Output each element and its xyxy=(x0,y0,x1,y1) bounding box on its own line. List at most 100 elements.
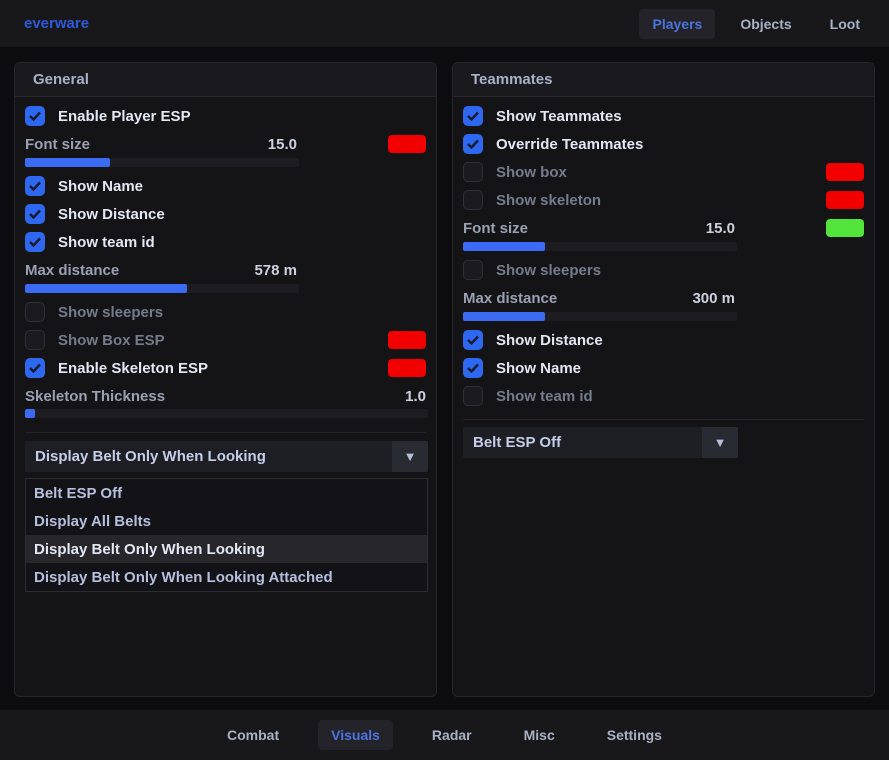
box-color-swatch[interactable] xyxy=(826,163,864,181)
tab-players[interactable]: Players xyxy=(639,9,715,39)
dropdown-option[interactable]: Display Belt Only When Looking Attached xyxy=(26,563,427,591)
slider-label: Max distance xyxy=(463,290,557,307)
row-show-box[interactable]: Show box xyxy=(463,158,864,186)
tab-combat[interactable]: Combat xyxy=(214,720,292,750)
row-max-distance: Max distance 300 m xyxy=(463,284,864,312)
slider-fill xyxy=(25,158,110,167)
dropdown-option[interactable]: Belt ESP Off xyxy=(26,479,427,507)
panel-general: General Enable Player ESP Font size 15.0 xyxy=(14,62,437,697)
checkbox-show-team-id[interactable] xyxy=(463,386,483,406)
font-size-slider[interactable] xyxy=(463,242,737,251)
checkbox-show-skeleton[interactable] xyxy=(463,190,483,210)
check-icon xyxy=(467,111,479,121)
belt-esp-dropdown[interactable]: Belt ESP Off ▼ xyxy=(463,427,738,458)
checkbox-label: Show Teammates xyxy=(496,108,622,125)
chevron-down-icon[interactable]: ▼ xyxy=(702,427,738,458)
divider xyxy=(463,419,864,420)
checkbox-show-box[interactable] xyxy=(463,162,483,182)
checkbox-show-distance[interactable] xyxy=(25,204,45,224)
box-color-swatch[interactable] xyxy=(388,331,426,349)
checkbox-show-team-id[interactable] xyxy=(25,232,45,252)
row-font-size: Font size 15.0 xyxy=(463,214,864,242)
check-icon xyxy=(467,363,479,373)
slider-label: Font size xyxy=(25,136,90,153)
skeleton-thickness-slider[interactable] xyxy=(25,409,428,418)
checkbox-show-teammates[interactable] xyxy=(463,106,483,126)
row-show-sleepers[interactable]: Show sleepers xyxy=(25,298,426,326)
row-show-box-esp[interactable]: Show Box ESP xyxy=(25,326,426,354)
row-show-name[interactable]: Show Name xyxy=(463,354,864,382)
checkbox-show-name[interactable] xyxy=(25,176,45,196)
checkbox-show-distance[interactable] xyxy=(463,330,483,350)
row-show-team-id[interactable]: Show team id xyxy=(25,228,426,256)
row-show-sleepers[interactable]: Show sleepers xyxy=(463,256,864,284)
dropdown-option[interactable]: Display All Belts xyxy=(26,507,427,535)
checkbox-label: Show Distance xyxy=(58,206,165,223)
divider xyxy=(25,432,426,433)
row-show-team-id[interactable]: Show team id xyxy=(463,382,864,410)
slider-value: 1.0 xyxy=(405,388,426,405)
check-icon xyxy=(29,181,41,191)
slider-label: Skeleton Thickness xyxy=(25,388,165,405)
checkbox-label: Enable Skeleton ESP xyxy=(58,360,208,377)
checkbox-label: Show skeleton xyxy=(496,192,601,209)
checkbox-label: Show box xyxy=(496,164,567,181)
cheat-menu-window: everware Players Objects Loot General En… xyxy=(0,0,889,760)
slider-value: 300 m xyxy=(692,290,735,307)
checkbox-label: Override Teammates xyxy=(496,136,643,153)
max-distance-slider[interactable] xyxy=(463,312,737,321)
checkbox-label: Show team id xyxy=(496,388,593,405)
skeleton-color-swatch[interactable] xyxy=(826,191,864,209)
belt-esp-dropdown-list: Belt ESP Off Display All Belts Display B… xyxy=(25,478,428,592)
top-tab-strip: Players Objects Loot xyxy=(639,9,873,39)
checkbox-label: Show Distance xyxy=(496,332,603,349)
row-show-name[interactable]: Show Name xyxy=(25,172,426,200)
skeleton-color-swatch[interactable] xyxy=(388,359,426,377)
slider-value: 15.0 xyxy=(268,136,297,153)
slider-fill xyxy=(25,409,35,418)
slider-value: 15.0 xyxy=(706,220,735,237)
checkbox-label: Show Name xyxy=(58,178,143,195)
row-enable-skeleton-esp[interactable]: Enable Skeleton ESP xyxy=(25,354,426,382)
font-color-swatch[interactable] xyxy=(388,135,426,153)
checkbox-label: Enable Player ESP xyxy=(58,108,191,125)
slider-label: Font size xyxy=(463,220,528,237)
chevron-down-icon[interactable]: ▼ xyxy=(392,441,428,472)
dropdown-option-highlighted[interactable]: Display Belt Only When Looking xyxy=(26,535,427,563)
checkbox-enable-skeleton-esp[interactable] xyxy=(25,358,45,378)
checkbox-show-sleepers[interactable] xyxy=(463,260,483,280)
tab-objects[interactable]: Objects xyxy=(727,9,804,39)
tab-visuals[interactable]: Visuals xyxy=(318,720,393,750)
checkbox-label: Show Name xyxy=(496,360,581,377)
slider-label: Max distance xyxy=(25,262,119,279)
row-override-teammates[interactable]: Override Teammates xyxy=(463,130,864,158)
tab-misc[interactable]: Misc xyxy=(511,720,568,750)
checkbox-label: Show team id xyxy=(58,234,155,251)
max-distance-slider[interactable] xyxy=(25,284,299,293)
row-enable-player-esp[interactable]: Enable Player ESP xyxy=(25,102,426,130)
check-icon xyxy=(29,237,41,247)
row-show-distance[interactable]: Show Distance xyxy=(25,200,426,228)
tab-loot[interactable]: Loot xyxy=(817,9,873,39)
row-skeleton-thickness: Skeleton Thickness 1.0 xyxy=(25,382,426,410)
checkbox-label: Show sleepers xyxy=(58,304,163,321)
checkbox-show-name[interactable] xyxy=(463,358,483,378)
row-show-teammates[interactable]: Show Teammates xyxy=(463,102,864,130)
app-logo: everware xyxy=(24,15,89,32)
belt-esp-dropdown[interactable]: Display Belt Only When Looking ▼ xyxy=(25,441,428,472)
dropdown-selected-value: Belt ESP Off xyxy=(463,434,561,451)
row-show-distance[interactable]: Show Distance xyxy=(463,326,864,354)
font-color-swatch[interactable] xyxy=(826,219,864,237)
checkbox-override-teammates[interactable] xyxy=(463,134,483,154)
checkbox-enable-player-esp[interactable] xyxy=(25,106,45,126)
tab-settings[interactable]: Settings xyxy=(594,720,675,750)
tab-radar[interactable]: Radar xyxy=(419,720,485,750)
slider-fill xyxy=(463,312,545,321)
panel-teammates: Teammates Show Teammates Override Teamma… xyxy=(452,62,875,697)
row-show-skeleton[interactable]: Show skeleton xyxy=(463,186,864,214)
font-size-slider[interactable] xyxy=(25,158,299,167)
check-icon xyxy=(29,111,41,121)
checkbox-show-box-esp[interactable] xyxy=(25,330,45,350)
checkbox-show-sleepers[interactable] xyxy=(25,302,45,322)
checkbox-label: Show sleepers xyxy=(496,262,601,279)
